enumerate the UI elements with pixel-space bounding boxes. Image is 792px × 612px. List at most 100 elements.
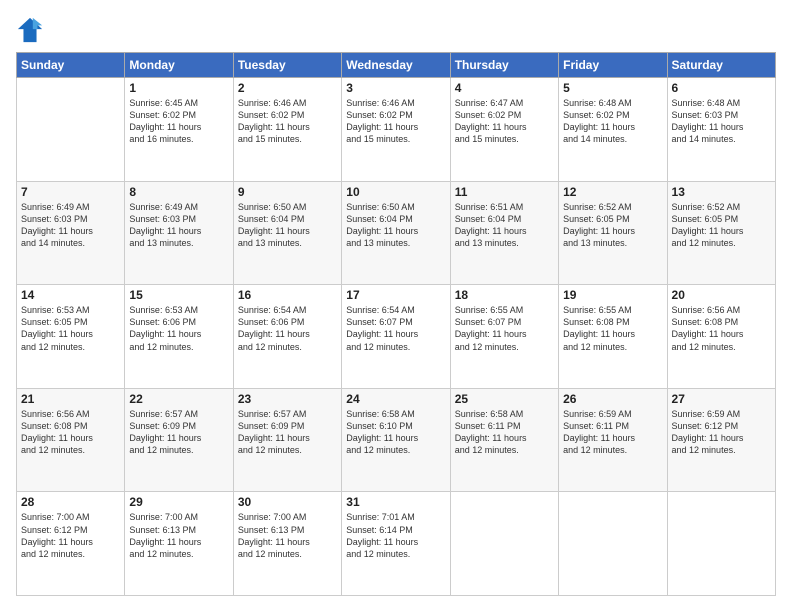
day-number: 1 xyxy=(129,81,228,95)
calendar-cell: 20 Sunrise: 6:56 AMSunset: 6:08 PMDayligh… xyxy=(667,285,775,389)
calendar-cell: 26 Sunrise: 6:59 AMSunset: 6:11 PMDayligh… xyxy=(559,388,667,492)
day-number: 10 xyxy=(346,185,445,199)
day-number: 4 xyxy=(455,81,554,95)
day-number: 3 xyxy=(346,81,445,95)
calendar-cell: 19Sunrise: 6:55 AMSunset: 6:08 PMDayligh… xyxy=(559,285,667,389)
week-row-2: 7 Sunrise: 6:49 AMSunset: 6:03 PMDaylight… xyxy=(17,181,776,285)
day-number: 9 xyxy=(238,185,337,199)
calendar-cell: 23Sunrise: 6:57 AMSunset: 6:09 PMDayligh… xyxy=(233,388,341,492)
calendar-cell: 10 Sunrise: 6:50 AMSunset: 6:04 PMDayligh… xyxy=(342,181,450,285)
day-info: Sunrise: 6:59 AMSunset: 6:11 PMDaylight:… xyxy=(563,408,662,457)
calendar-cell: 6Sunrise: 6:48 AMSunset: 6:03 PMDaylight… xyxy=(667,78,775,182)
day-info: Sunrise: 6:54 AMSunset: 6:07 PMDaylight:… xyxy=(346,304,445,353)
header xyxy=(16,16,776,44)
calendar-cell: 17 Sunrise: 6:54 AMSunset: 6:07 PMDayligh… xyxy=(342,285,450,389)
calendar-cell: 11 Sunrise: 6:51 AMSunset: 6:04 PMDayligh… xyxy=(450,181,558,285)
day-number: 2 xyxy=(238,81,337,95)
day-info: Sunrise: 7:00 AMSunset: 6:12 PMDaylight:… xyxy=(21,511,120,560)
calendar-cell: 9 Sunrise: 6:50 AMSunset: 6:04 PMDaylight… xyxy=(233,181,341,285)
day-info: Sunrise: 6:50 AMSunset: 6:04 PMDaylight:… xyxy=(346,201,445,250)
calendar-table: SundayMondayTuesdayWednesdayThursdayFrid… xyxy=(16,52,776,596)
calendar-cell: 25 Sunrise: 6:58 AMSunset: 6:11 PMDayligh… xyxy=(450,388,558,492)
day-number: 5 xyxy=(563,81,662,95)
day-info: Sunrise: 6:46 AMSunset: 6:02 PMDaylight:… xyxy=(238,97,337,146)
calendar-header: SundayMondayTuesdayWednesdayThursdayFrid… xyxy=(17,53,776,78)
day-info: Sunrise: 7:00 AMSunset: 6:13 PMDaylight:… xyxy=(238,511,337,560)
calendar-cell: 24Sunrise: 6:58 AMSunset: 6:10 PMDayligh… xyxy=(342,388,450,492)
weekday-header-monday: Monday xyxy=(125,53,233,78)
day-number: 20 xyxy=(672,288,771,302)
day-info: Sunrise: 6:51 AMSunset: 6:04 PMDaylight:… xyxy=(455,201,554,250)
calendar-cell: 16Sunrise: 6:54 AMSunset: 6:06 PMDayligh… xyxy=(233,285,341,389)
day-info: Sunrise: 6:56 AMSunset: 6:08 PMDaylight:… xyxy=(21,408,120,457)
calendar-cell: 3 Sunrise: 6:46 AMSunset: 6:02 PMDaylight… xyxy=(342,78,450,182)
day-number: 24 xyxy=(346,392,445,406)
calendar-cell: 15 Sunrise: 6:53 AMSunset: 6:06 PMDayligh… xyxy=(125,285,233,389)
day-info: Sunrise: 6:46 AMSunset: 6:02 PMDaylight:… xyxy=(346,97,445,146)
day-number: 26 xyxy=(563,392,662,406)
calendar-cell: 14 Sunrise: 6:53 AMSunset: 6:05 PMDayligh… xyxy=(17,285,125,389)
weekday-header-thursday: Thursday xyxy=(450,53,558,78)
day-info: Sunrise: 6:53 AMSunset: 6:05 PMDaylight:… xyxy=(21,304,120,353)
calendar-cell xyxy=(17,78,125,182)
calendar-cell: 28 Sunrise: 7:00 AMSunset: 6:12 PMDayligh… xyxy=(17,492,125,596)
page: SundayMondayTuesdayWednesdayThursdayFrid… xyxy=(0,0,792,612)
day-info: Sunrise: 6:47 AMSunset: 6:02 PMDaylight:… xyxy=(455,97,554,146)
day-number: 21 xyxy=(21,392,120,406)
calendar-cell: 5 Sunrise: 6:48 AMSunset: 6:02 PMDaylight… xyxy=(559,78,667,182)
week-row-5: 28 Sunrise: 7:00 AMSunset: 6:12 PMDayligh… xyxy=(17,492,776,596)
day-info: Sunrise: 6:54 AMSunset: 6:06 PMDaylight:… xyxy=(238,304,337,353)
day-info: Sunrise: 6:53 AMSunset: 6:06 PMDaylight:… xyxy=(129,304,228,353)
day-number: 30 xyxy=(238,495,337,509)
day-number: 18 xyxy=(455,288,554,302)
day-info: Sunrise: 6:57 AMSunset: 6:09 PMDaylight:… xyxy=(238,408,337,457)
day-number: 27 xyxy=(672,392,771,406)
calendar-cell: 29Sunrise: 7:00 AMSunset: 6:13 PMDayligh… xyxy=(125,492,233,596)
calendar-cell: 4 Sunrise: 6:47 AMSunset: 6:02 PMDaylight… xyxy=(450,78,558,182)
day-info: Sunrise: 6:56 AMSunset: 6:08 PMDaylight:… xyxy=(672,304,771,353)
day-number: 15 xyxy=(129,288,228,302)
weekday-header-sunday: Sunday xyxy=(17,53,125,78)
day-number: 13 xyxy=(672,185,771,199)
calendar-cell: 27 Sunrise: 6:59 AMSunset: 6:12 PMDayligh… xyxy=(667,388,775,492)
logo xyxy=(16,16,48,44)
calendar-cell xyxy=(667,492,775,596)
calendar-cell: 8Sunrise: 6:49 AMSunset: 6:03 PMDaylight… xyxy=(125,181,233,285)
calendar-cell: 31 Sunrise: 7:01 AMSunset: 6:14 PMDayligh… xyxy=(342,492,450,596)
day-info: Sunrise: 7:01 AMSunset: 6:14 PMDaylight:… xyxy=(346,511,445,560)
calendar-cell: 22Sunrise: 6:57 AMSunset: 6:09 PMDayligh… xyxy=(125,388,233,492)
day-number: 12 xyxy=(563,185,662,199)
calendar-cell: 13 Sunrise: 6:52 AMSunset: 6:05 PMDayligh… xyxy=(667,181,775,285)
day-info: Sunrise: 6:57 AMSunset: 6:09 PMDaylight:… xyxy=(129,408,228,457)
day-info: Sunrise: 6:45 AMSunset: 6:02 PMDaylight:… xyxy=(129,97,228,146)
day-info: Sunrise: 6:48 AMSunset: 6:02 PMDaylight:… xyxy=(563,97,662,146)
day-number: 19 xyxy=(563,288,662,302)
day-number: 14 xyxy=(21,288,120,302)
day-number: 25 xyxy=(455,392,554,406)
calendar-cell: 18 Sunrise: 6:55 AMSunset: 6:07 PMDayligh… xyxy=(450,285,558,389)
calendar-cell: 7Sunrise: 6:49 AMSunset: 6:03 PMDaylight… xyxy=(17,181,125,285)
day-number: 7 xyxy=(21,185,120,199)
weekday-header-row: SundayMondayTuesdayWednesdayThursdayFrid… xyxy=(17,53,776,78)
day-info: Sunrise: 6:58 AMSunset: 6:11 PMDaylight:… xyxy=(455,408,554,457)
day-number: 31 xyxy=(346,495,445,509)
week-row-1: 1 Sunrise: 6:45 AMSunset: 6:02 PMDaylight… xyxy=(17,78,776,182)
weekday-header-saturday: Saturday xyxy=(667,53,775,78)
day-info: Sunrise: 6:52 AMSunset: 6:05 PMDaylight:… xyxy=(672,201,771,250)
day-number: 29 xyxy=(129,495,228,509)
calendar-cell: 1 Sunrise: 6:45 AMSunset: 6:02 PMDaylight… xyxy=(125,78,233,182)
calendar-cell xyxy=(559,492,667,596)
day-number: 28 xyxy=(21,495,120,509)
day-info: Sunrise: 6:49 AMSunset: 6:03 PMDaylight:… xyxy=(129,201,228,250)
day-info: Sunrise: 6:55 AMSunset: 6:07 PMDaylight:… xyxy=(455,304,554,353)
week-row-4: 21 Sunrise: 6:56 AMSunset: 6:08 PMDayligh… xyxy=(17,388,776,492)
day-info: Sunrise: 6:50 AMSunset: 6:04 PMDaylight:… xyxy=(238,201,337,250)
day-number: 17 xyxy=(346,288,445,302)
day-info: Sunrise: 6:59 AMSunset: 6:12 PMDaylight:… xyxy=(672,408,771,457)
calendar-cell: 30 Sunrise: 7:00 AMSunset: 6:13 PMDayligh… xyxy=(233,492,341,596)
day-info: Sunrise: 6:52 AMSunset: 6:05 PMDaylight:… xyxy=(563,201,662,250)
weekday-header-friday: Friday xyxy=(559,53,667,78)
day-number: 11 xyxy=(455,185,554,199)
weekday-header-wednesday: Wednesday xyxy=(342,53,450,78)
day-info: Sunrise: 6:48 AMSunset: 6:03 PMDaylight:… xyxy=(672,97,771,146)
